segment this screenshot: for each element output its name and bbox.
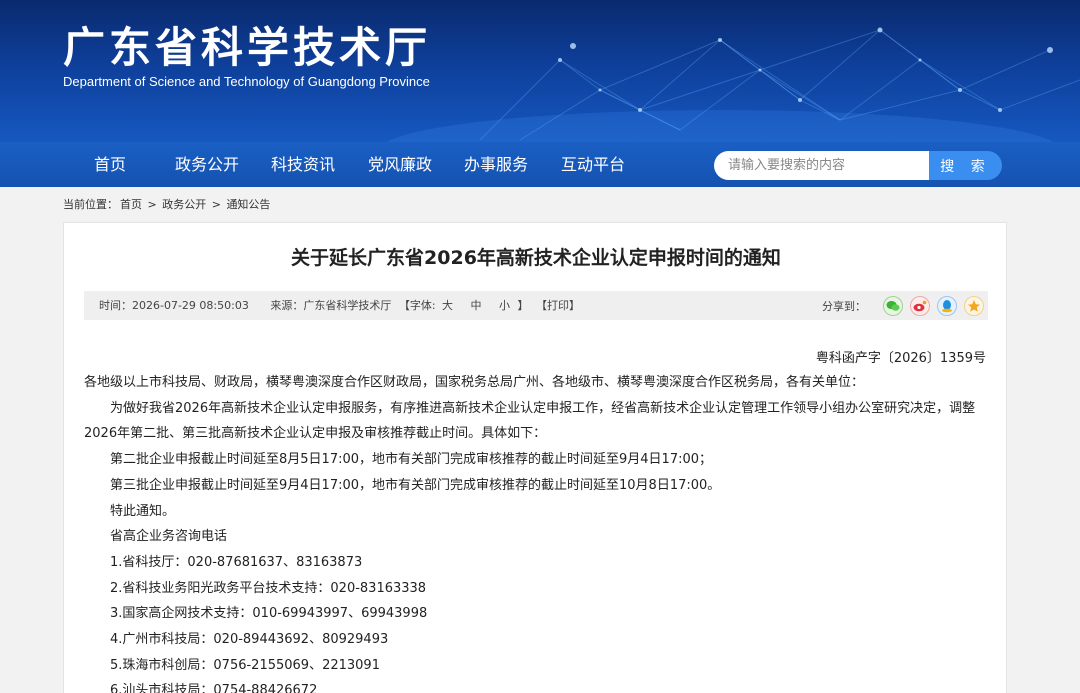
- site-banner: 广东省科学技术厅 Department of Science and Techn…: [0, 0, 1080, 142]
- nav-item-services[interactable]: 办事服务: [464, 142, 528, 187]
- print-button[interactable]: 【打印】: [536, 299, 580, 312]
- breadcrumb-item-notices[interactable]: 通知公告: [226, 198, 270, 211]
- weibo-icon[interactable]: [910, 295, 930, 316]
- search-box: 搜 索: [714, 151, 1002, 180]
- publish-time: 时间：2026-07-29 08:50:03: [99, 299, 249, 312]
- article-body: 各地级以上市科技局、财政局，横琴粤澳深度合作区财政局，国家税务总局广州、各地级市…: [84, 370, 988, 693]
- article-paragraph: 特此通知。: [110, 503, 176, 519]
- article-addressee: 各地级以上市科技局、财政局，横琴粤澳深度合作区财政局，国家税务总局广州、各地级市…: [84, 375, 865, 390]
- article-paragraph: 省高企业务咨询电话: [110, 529, 228, 545]
- site-subtitle: Department of Science and Technology of …: [63, 74, 430, 89]
- article-panel: 关于延长广东省2026年高新技术企业认定申报时间的通知 时间：2026-07-2…: [63, 222, 1007, 693]
- breadcrumb-prefix: 当前位置：: [63, 198, 118, 211]
- font-size-large[interactable]: 大: [442, 299, 453, 312]
- share-label: 分享到：: [822, 299, 866, 313]
- contact-line: 5.珠海市科创局：0756-2155069、2213091: [110, 657, 380, 673]
- share-bar: 分享到：: [822, 295, 984, 316]
- breadcrumb: 当前位置： 首页 > 政务公开 > 通知公告: [63, 196, 272, 212]
- contact-line: 3.国家高企网技术支持：010-69943997、69943998: [110, 606, 428, 622]
- nav-item-gov-affairs[interactable]: 政务公开: [175, 142, 239, 187]
- article-paragraph: 第三批企业申报截止时间延至9月4日17:00，地市有关部门完成审核推荐的截止时间…: [110, 477, 721, 493]
- article-paragraph: 第二批企业申报截止时间延至8月5日17:00，地市有关部门完成审核推荐的截止时间…: [110, 452, 713, 468]
- breadcrumb-separator: >: [147, 198, 157, 211]
- breadcrumb-item-home[interactable]: 首页: [120, 198, 142, 211]
- contact-line: 2.省科技业务阳光政务平台技术支持：020-83163338: [110, 580, 427, 596]
- article-meta-bar: 时间：2026-07-29 08:50:03 来源：广东省科学技术厅 【字体: …: [84, 291, 988, 320]
- wechat-icon[interactable]: [883, 295, 903, 316]
- nav-item-home[interactable]: 首页: [94, 142, 126, 187]
- font-size-small[interactable]: 小: [499, 299, 510, 312]
- font-size-label: 【字体:: [398, 299, 436, 312]
- font-size-close: 】: [517, 299, 529, 312]
- nav-item-sci-news[interactable]: 科技资讯: [271, 142, 335, 187]
- search-input[interactable]: [714, 151, 930, 180]
- qq-icon[interactable]: [937, 295, 957, 316]
- article-source: 来源：广东省科学技术厅: [270, 299, 392, 312]
- breadcrumb-item-gov-affairs[interactable]: 政务公开: [162, 198, 206, 211]
- search-button[interactable]: 搜 索: [929, 151, 1002, 180]
- font-size-medium[interactable]: 中: [471, 299, 482, 312]
- qzone-icon[interactable]: [964, 295, 984, 316]
- article-title: 关于延长广东省2026年高新技术企业认定申报时间的通知: [291, 247, 781, 269]
- site-title: 广东省科学技术厅: [63, 23, 432, 72]
- document-number: 粤科函产字〔2026〕1359号: [815, 351, 986, 366]
- nav-item-interaction[interactable]: 互动平台: [561, 142, 625, 187]
- article-paragraph: 为做好我省2026年高新技术企业认定申报服务，有序推进高新技术企业认定申报工作，…: [84, 400, 976, 442]
- contact-line: 4.广州市科技局：020-89443692、80929493: [110, 632, 389, 648]
- breadcrumb-separator: >: [211, 198, 221, 211]
- nav-item-integrity[interactable]: 党风廉政: [368, 142, 432, 187]
- contact-line: 6.汕头市科技局：0754-88426672: [110, 683, 318, 693]
- contact-line: 1.省科技厅：020-87681637、83163873: [110, 554, 363, 570]
